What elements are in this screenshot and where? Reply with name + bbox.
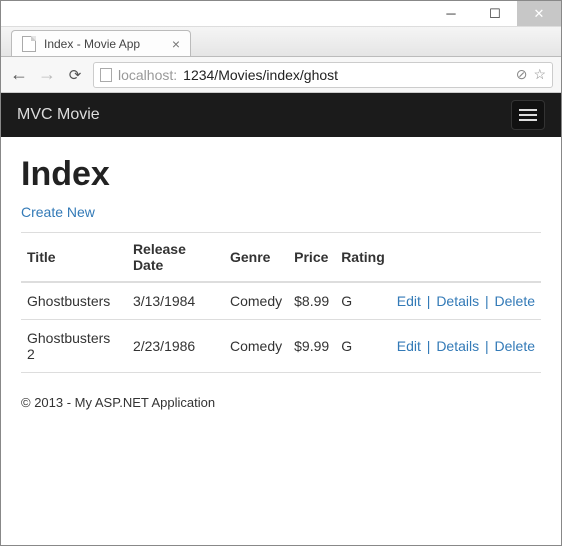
navbar-brand[interactable]: MVC Movie	[17, 106, 100, 124]
cell-genre: Comedy	[224, 320, 288, 373]
footer-text: © 2013 - My ASP.NET Application	[21, 395, 541, 410]
main-container: Index Create New Title Release Date Genr…	[1, 137, 561, 428]
hamburger-icon	[519, 109, 537, 111]
app-navbar: MVC Movie	[1, 93, 561, 137]
details-link[interactable]: Details	[436, 338, 479, 354]
menu-toggle-button[interactable]	[511, 100, 545, 130]
details-link[interactable]: Details	[436, 293, 479, 309]
create-new-link[interactable]: Create New	[21, 204, 95, 220]
cell-release: 2/23/1986	[127, 320, 224, 373]
window-titlebar: ─ ☐ ✕	[1, 1, 561, 27]
col-title: Title	[21, 233, 127, 283]
col-release: Release Date	[127, 233, 224, 283]
url-host: localhost:	[118, 67, 177, 83]
close-tab-icon[interactable]: ×	[172, 36, 180, 52]
table-row: Ghostbusters 2 2/23/1986 Comedy $9.99 G …	[21, 320, 541, 373]
browser-tabbar: Index - Movie App ×	[1, 27, 561, 57]
cell-title: Ghostbusters	[21, 282, 127, 320]
tab-title: Index - Movie App	[44, 37, 140, 51]
col-genre: Genre	[224, 233, 288, 283]
cell-rating: G	[335, 320, 391, 373]
forward-button[interactable]: →	[37, 64, 57, 85]
url-path: 1234/Movies/index/ghost	[183, 67, 338, 83]
delete-link[interactable]: Delete	[495, 338, 535, 354]
edit-link[interactable]: Edit	[397, 338, 421, 354]
cell-actions: Edit | Details | Delete	[391, 320, 541, 373]
hamburger-icon	[519, 119, 537, 121]
browser-tab[interactable]: Index - Movie App ×	[11, 30, 191, 56]
page-content: MVC Movie Index Create New Title Release…	[1, 93, 561, 545]
cell-actions: Edit | Details | Delete	[391, 282, 541, 320]
cell-rating: G	[335, 282, 391, 320]
page-icon	[100, 68, 112, 82]
cell-price: $8.99	[288, 282, 335, 320]
cell-title: Ghostbusters 2	[21, 320, 127, 373]
close-window-button[interactable]: ✕	[517, 1, 561, 26]
address-bar[interactable]: localhost: 1234/Movies/index/ghost ⊘ ☆	[93, 62, 553, 88]
cell-release: 3/13/1984	[127, 282, 224, 320]
cell-price: $9.99	[288, 320, 335, 373]
movies-table: Title Release Date Genre Price Rating Gh…	[21, 232, 541, 373]
browser-window: ─ ☐ ✕ Index - Movie App × ← → ⟳ localhos…	[0, 0, 562, 546]
table-row: Ghostbusters 3/13/1984 Comedy $8.99 G Ed…	[21, 282, 541, 320]
table-header-row: Title Release Date Genre Price Rating	[21, 233, 541, 283]
col-actions	[391, 233, 541, 283]
col-price: Price	[288, 233, 335, 283]
bookmark-star-icon[interactable]: ☆	[533, 66, 546, 83]
back-button[interactable]: ←	[9, 64, 29, 85]
edit-link[interactable]: Edit	[397, 293, 421, 309]
delete-link[interactable]: Delete	[495, 293, 535, 309]
reload-button[interactable]: ⟳	[65, 66, 85, 84]
cell-genre: Comedy	[224, 282, 288, 320]
hamburger-icon	[519, 114, 537, 116]
minimize-button[interactable]: ─	[429, 1, 473, 26]
toggle-icon[interactable]: ⊘	[516, 66, 528, 83]
col-rating: Rating	[335, 233, 391, 283]
browser-toolbar: ← → ⟳ localhost: 1234/Movies/index/ghost …	[1, 57, 561, 93]
page-title: Index	[21, 155, 541, 194]
maximize-button[interactable]: ☐	[473, 1, 517, 26]
page-icon	[22, 36, 36, 52]
